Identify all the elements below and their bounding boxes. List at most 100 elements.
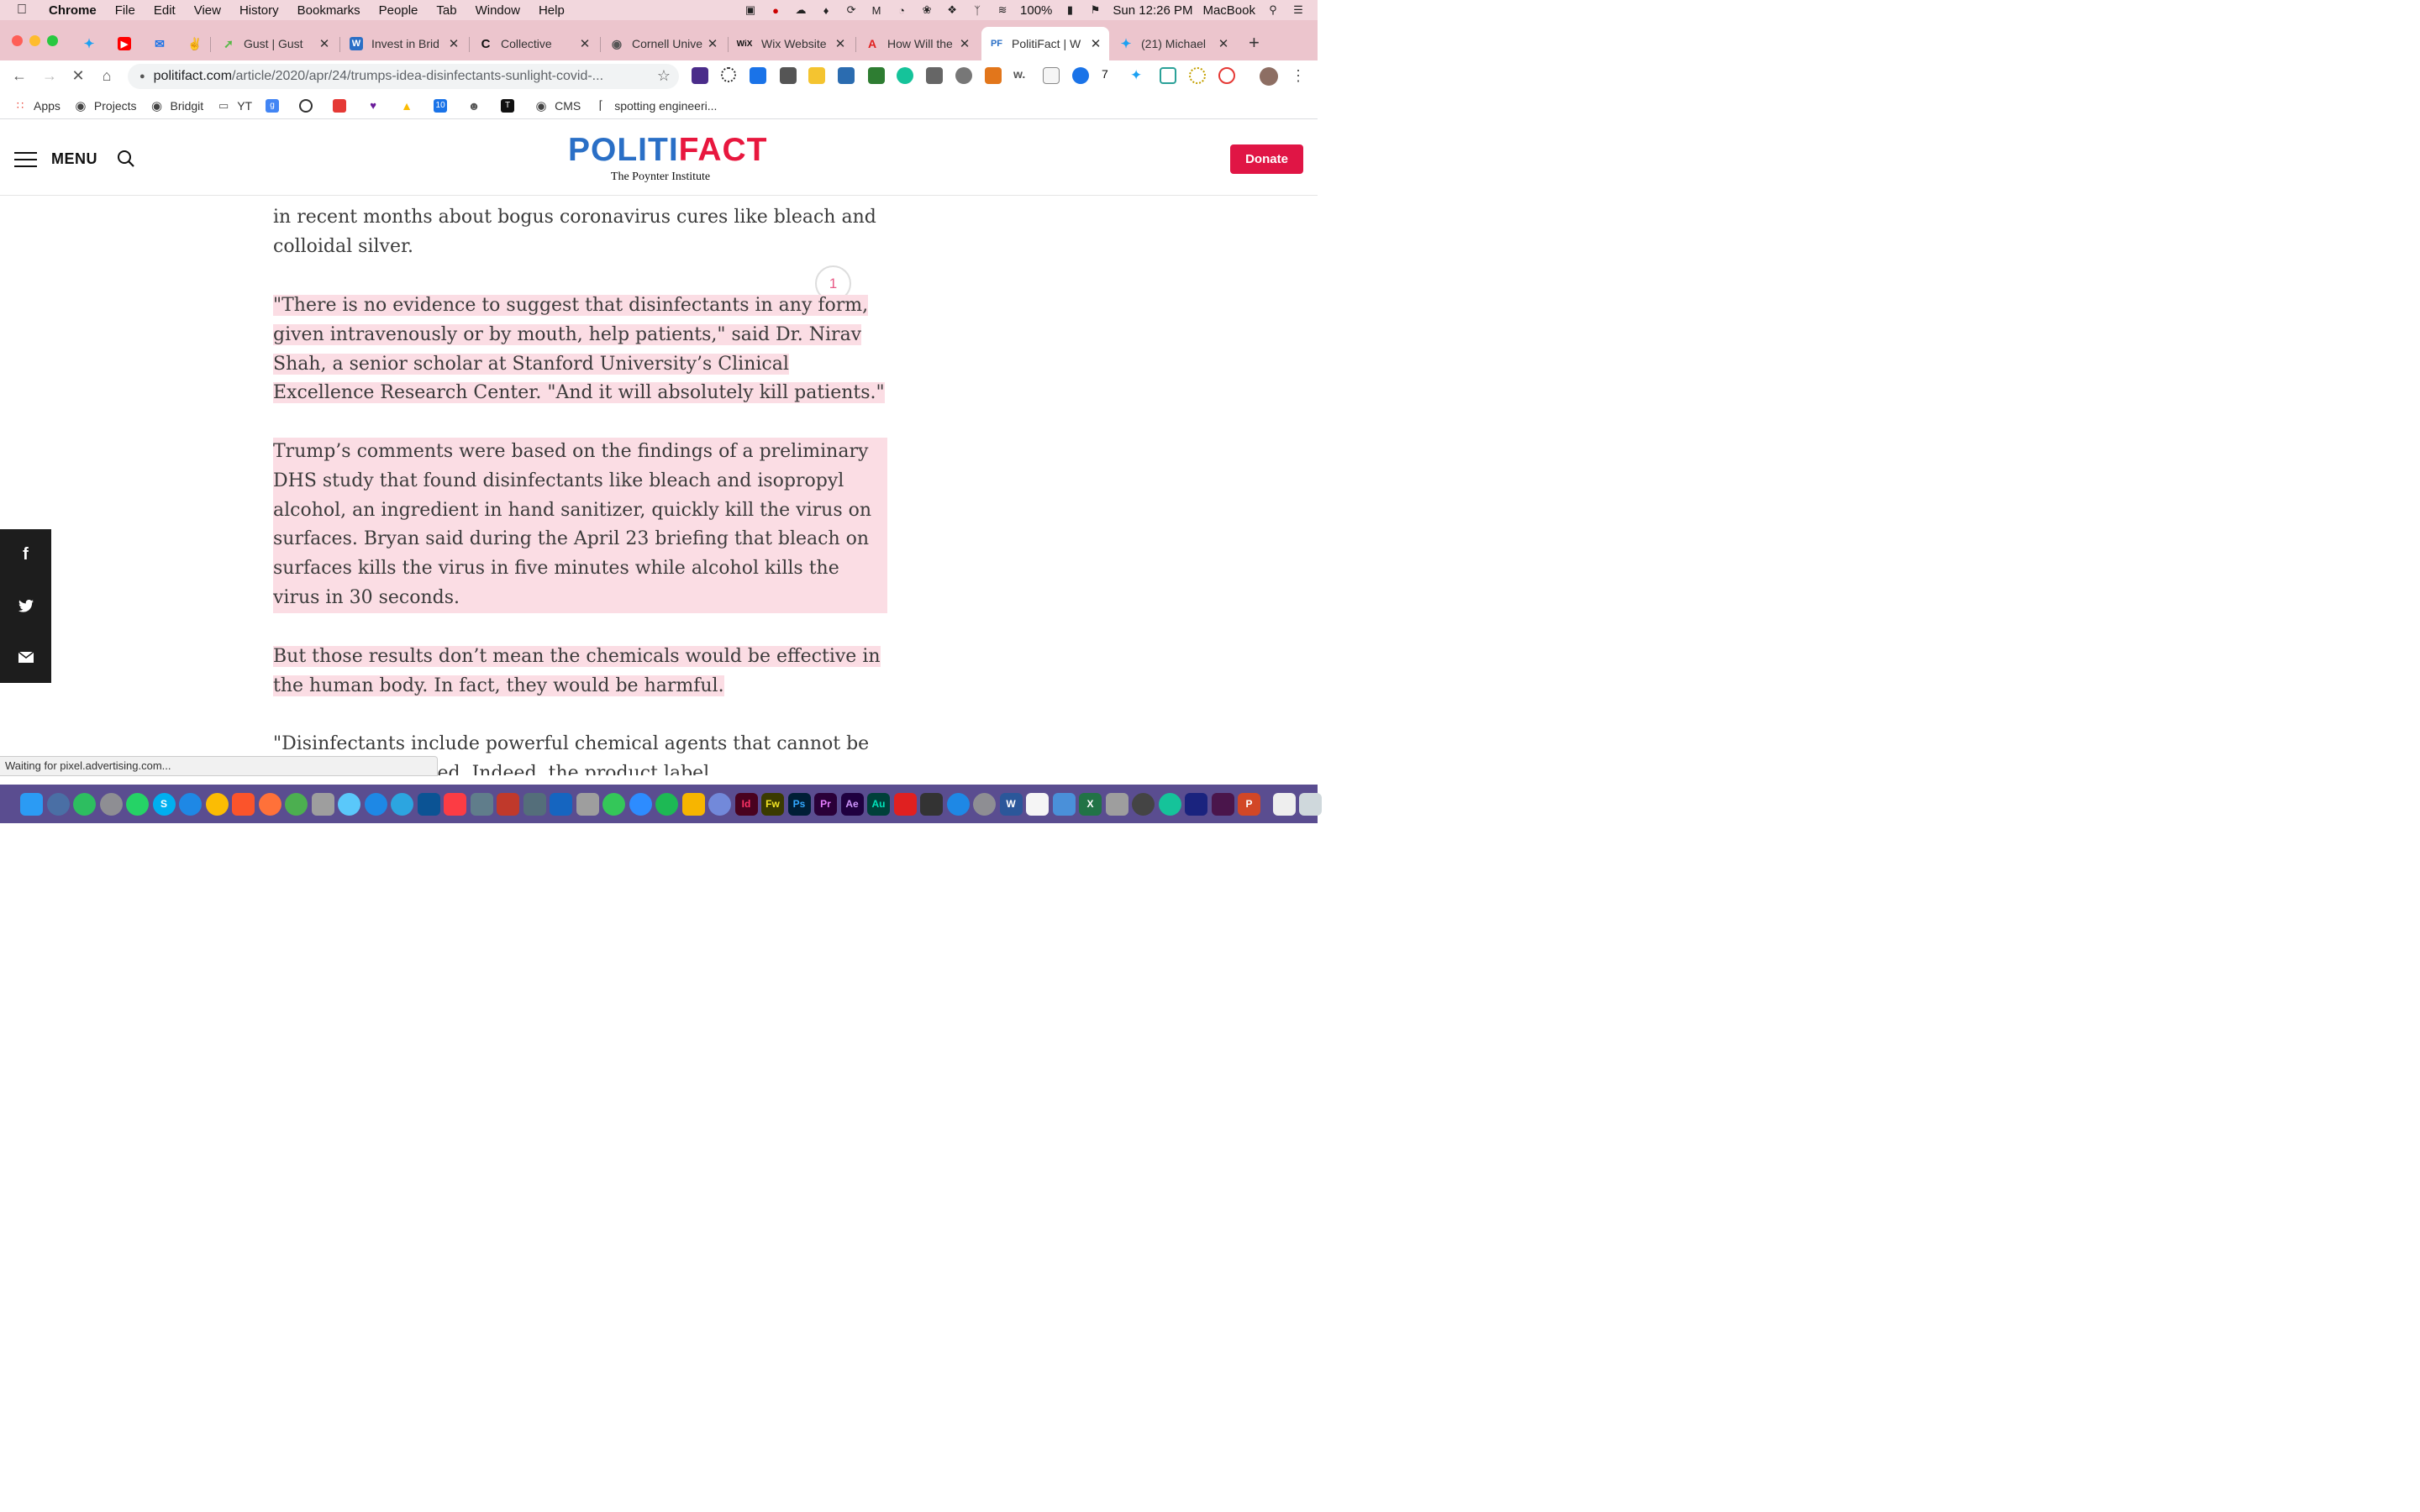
- pinned-tab-youtube[interactable]: ▶: [109, 27, 139, 60]
- dropbox-icon[interactable]: ♦: [818, 3, 834, 17]
- hamburger-menu-icon[interactable]: [14, 152, 37, 172]
- whatsapp-icon[interactable]: [126, 792, 149, 816]
- system-preferences-icon[interactable]: [973, 792, 996, 816]
- close-tab-icon[interactable]: ✕: [1217, 36, 1230, 51]
- zoom-window-button[interactable]: [47, 35, 58, 46]
- evernote-icon[interactable]: [73, 792, 96, 816]
- email-icon[interactable]: [0, 632, 51, 683]
- bookmark-drive[interactable]: ▲: [400, 99, 420, 113]
- sketch-icon[interactable]: [681, 792, 705, 816]
- image-capture-icon[interactable]: [470, 792, 493, 816]
- extension-w-icon[interactable]: w.: [1013, 67, 1030, 84]
- tab-wefunder[interactable]: W Invest in Brid ✕: [341, 27, 467, 60]
- url-text[interactable]: politifact.com/article/2020/apr/24/trump…: [154, 69, 631, 84]
- final-cut-icon[interactable]: [920, 792, 943, 816]
- minimize-window-button[interactable]: [29, 35, 40, 46]
- twitter-icon[interactable]: ✦: [1130, 67, 1147, 84]
- menu-history[interactable]: History: [239, 3, 279, 18]
- chrome-icon[interactable]: [205, 792, 229, 816]
- after-effects-icon[interactable]: Ae: [840, 792, 864, 816]
- back-icon[interactable]: ←: [10, 67, 29, 85]
- grammarly-app-icon[interactable]: [1158, 792, 1181, 816]
- spotify-icon[interactable]: [655, 792, 678, 816]
- chart-icon[interactable]: ◔: [894, 3, 909, 17]
- extension-new-icon[interactable]: [750, 67, 766, 84]
- bookmark-bridgit[interactable]: ◉ Bridgit: [150, 99, 203, 113]
- tab-twitter-michael[interactable]: ✦ (21) Michael ✕: [1111, 27, 1237, 60]
- close-tab-icon[interactable]: ✕: [1089, 36, 1102, 51]
- disk-utility-icon[interactable]: [1132, 792, 1155, 816]
- cloud-icon[interactable]: ☁: [793, 3, 808, 17]
- telegram-icon[interactable]: [391, 792, 413, 816]
- messenger-icon[interactable]: [364, 792, 387, 816]
- brave-icon[interactable]: [232, 792, 255, 816]
- bookmark-yt-folder[interactable]: ▭ YT: [217, 99, 252, 113]
- bookmark-reddit[interactable]: ☻: [467, 99, 487, 113]
- bluetooth-icon[interactable]: ᛉ: [970, 3, 985, 17]
- extension-icon[interactable]: [692, 67, 708, 84]
- photo-booth-icon[interactable]: [497, 792, 519, 816]
- excel-icon[interactable]: X: [1079, 792, 1102, 816]
- close-tab-icon[interactable]: ✕: [318, 36, 331, 51]
- donate-button[interactable]: Donate: [1230, 144, 1303, 174]
- metamask-icon[interactable]: [985, 67, 1002, 84]
- utility-icon[interactable]: [1105, 792, 1128, 816]
- search-icon[interactable]: [117, 150, 135, 168]
- battery-icon[interactable]: ▮: [1062, 3, 1077, 17]
- sync-icon[interactable]: ⟳: [844, 3, 859, 17]
- home-icon[interactable]: ⌂: [97, 67, 116, 85]
- bookmark-apps[interactable]: ∷ Apps: [13, 99, 60, 113]
- extension-n-icon[interactable]: [1160, 67, 1176, 84]
- zoom-icon[interactable]: [629, 792, 652, 816]
- tab-wix[interactable]: WiX Wix Website ✕: [728, 27, 854, 60]
- evernote-icon[interactable]: ❖: [944, 3, 960, 17]
- bookmark-heart[interactable]: ♥: [366, 99, 387, 113]
- finder-icon[interactable]: [20, 792, 43, 816]
- profile-avatar[interactable]: [1260, 67, 1278, 86]
- menu-tab[interactable]: Tab: [436, 3, 456, 18]
- tab-gust[interactable]: ➚ Gust | Gust ✕: [213, 27, 338, 60]
- menu-button[interactable]: MENU: [51, 150, 97, 168]
- wifi-icon[interactable]: ≋: [995, 3, 1010, 17]
- menu-bookmarks[interactable]: Bookmarks: [297, 3, 360, 18]
- vpn-icon[interactable]: [1185, 792, 1207, 816]
- keynote-icon[interactable]: [523, 792, 546, 816]
- app-store-icon[interactable]: [946, 792, 970, 816]
- quicktime-icon[interactable]: [417, 792, 440, 816]
- twitter-icon[interactable]: [0, 580, 51, 632]
- bookmark-google[interactable]: g: [266, 98, 286, 113]
- rocket-icon[interactable]: [99, 792, 123, 816]
- grammarly-icon[interactable]: [897, 67, 913, 84]
- messages-icon[interactable]: [338, 792, 360, 816]
- slack-icon[interactable]: [1211, 792, 1234, 816]
- close-tab-icon[interactable]: ✕: [447, 36, 460, 51]
- music-icon[interactable]: [444, 792, 466, 816]
- skype-icon[interactable]: S: [152, 792, 176, 816]
- menu-window[interactable]: Window: [476, 3, 520, 18]
- powerpoint-icon[interactable]: P: [1238, 792, 1260, 816]
- tab-politifact-active[interactable]: PF PolitiFact | W ✕: [981, 27, 1109, 60]
- stop-loading-icon[interactable]: ✕: [69, 67, 87, 85]
- fireworks-icon[interactable]: Fw: [761, 792, 784, 816]
- new-tab-button[interactable]: +: [1249, 32, 1260, 54]
- bookmark-cms[interactable]: ◉ CMS: [534, 99, 581, 113]
- bookmark-calendar[interactable]: 10: [434, 98, 454, 113]
- contacts-icon[interactable]: [576, 792, 599, 816]
- extension-icon[interactable]: [780, 67, 797, 84]
- extension-icon[interactable]: [808, 67, 825, 84]
- bookmark-spotting[interactable]: ⌈ spotting engineeri...: [594, 98, 717, 113]
- bookmark-red[interactable]: [333, 98, 353, 113]
- pinned-tab-twitter[interactable]: ✦: [74, 27, 104, 60]
- apple-menu-icon[interactable]: : [17, 3, 35, 18]
- extension-icon[interactable]: [926, 67, 943, 84]
- indesign-icon[interactable]: Id: [734, 792, 758, 816]
- word-icon[interactable]: W: [999, 792, 1023, 816]
- aperture-icon[interactable]: ❀: [919, 3, 934, 17]
- extension-icon[interactable]: [721, 67, 736, 82]
- safari-icon[interactable]: [179, 792, 202, 816]
- menu-view[interactable]: View: [194, 3, 221, 18]
- address-bar[interactable]: ● politifact.com/article/2020/apr/24/tru…: [128, 64, 679, 89]
- close-window-button[interactable]: [12, 35, 23, 46]
- clock[interactable]: Sun 12:26 PM: [1113, 3, 1192, 18]
- page-icon[interactable]: [1043, 67, 1060, 84]
